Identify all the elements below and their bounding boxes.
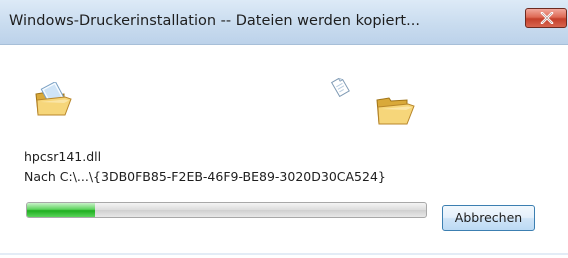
window-title: Windows-Druckerinstallation -- Dateien w… (9, 13, 420, 29)
title-bar[interactable]: Windows-Druckerinstallation -- Dateien w… (0, 0, 568, 45)
destination-path: Nach C:\...\{3DB0FB85-F2EB-46F9-BE89-302… (24, 169, 386, 184)
copy-progress-dialog: Windows-Druckerinstallation -- Dateien w… (0, 0, 568, 258)
copy-progress-bar (26, 202, 427, 218)
copying-file-name: hpcsr141.dll (24, 149, 102, 164)
close-button[interactable] (525, 8, 567, 28)
cancel-button[interactable]: Abbrechen (442, 205, 535, 231)
target-folder-icon (374, 94, 416, 130)
footer-divider (0, 253, 568, 255)
document-icon (330, 76, 350, 102)
source-folder-icon (34, 80, 74, 122)
progress-fill (27, 203, 95, 217)
close-icon (540, 12, 554, 24)
dialog-body: hpcsr141.dll Nach C:\...\{3DB0FB85-F2EB-… (0, 45, 568, 258)
